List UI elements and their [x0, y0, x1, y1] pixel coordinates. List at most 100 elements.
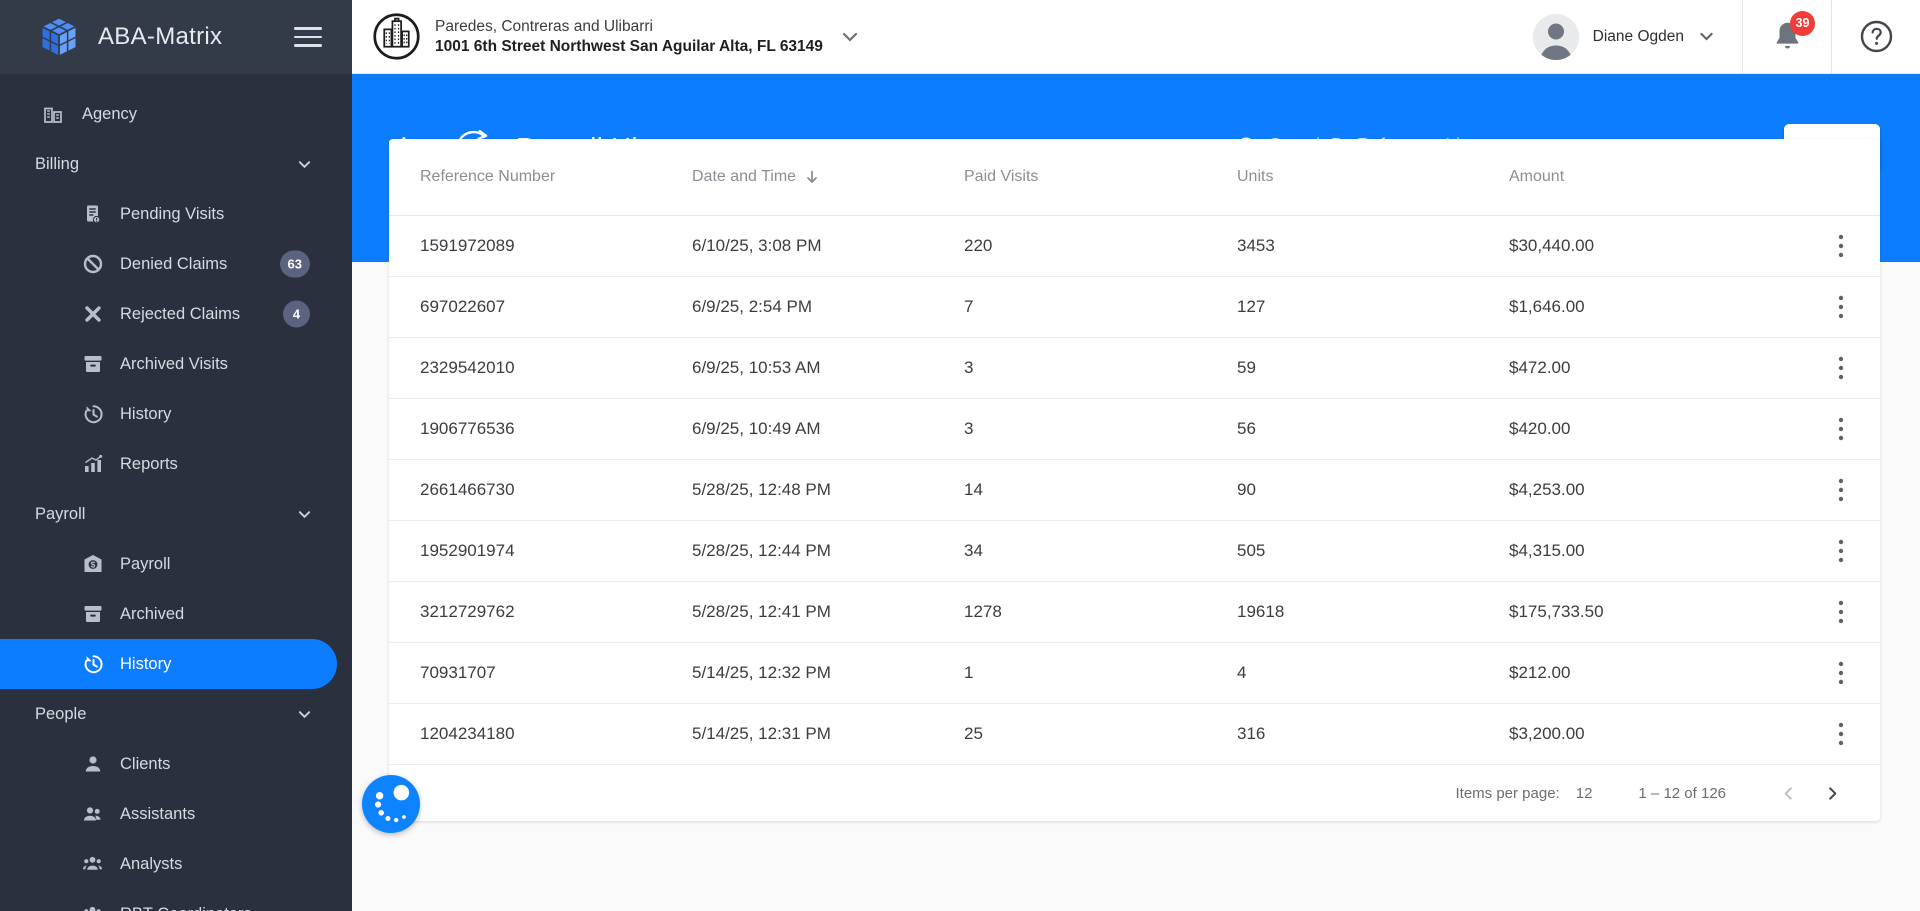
cell-reference: 2329542010 — [420, 358, 692, 378]
top-bar: Paredes, Contreras and Ulibarri 1001 6th… — [352, 0, 1920, 74]
row-actions-kebab-menu[interactable] — [1826, 534, 1856, 568]
sidebar-logo-bar: ABA-Matrix — [0, 0, 352, 74]
cell-amount: $30,440.00 — [1509, 236, 1808, 256]
sidebar: ABA-Matrix Agency Billing Pending Visits — [0, 0, 352, 911]
rejected-claims-count-badge: 4 — [283, 301, 310, 328]
sort-descending-arrow-icon — [804, 169, 820, 185]
archive-box-icon — [82, 353, 104, 375]
sidebar-item-analysts[interactable]: Analysts — [0, 839, 352, 889]
row-actions-kebab-menu[interactable] — [1826, 595, 1856, 629]
notification-count-badge: 39 — [1790, 11, 1815, 36]
x-mark-icon — [82, 303, 104, 325]
row-actions-kebab-menu[interactable] — [1826, 473, 1856, 507]
items-per-page-value[interactable]: 12 — [1576, 785, 1593, 802]
sidebar-item-archived-visits[interactable]: Archived Visits — [0, 339, 352, 389]
cell-paid-visits: 25 — [964, 724, 1237, 744]
column-header-amount[interactable]: Amount — [1509, 168, 1808, 186]
cell-reference: 3212729762 — [420, 602, 692, 622]
sidebar-item-denied-claims[interactable]: Denied Claims 63 — [0, 239, 352, 289]
sidebar-item-rejected-claims[interactable]: Rejected Claims 4 — [0, 289, 352, 339]
cell-units: 3453 — [1237, 236, 1509, 256]
column-header-date-and-time[interactable]: Date and Time — [692, 168, 964, 186]
sidebar-item-payroll-archived[interactable]: Archived — [0, 589, 352, 639]
cell-paid-visits: 1278 — [964, 602, 1237, 622]
column-header-paid-visits[interactable]: Paid Visits — [964, 168, 1237, 186]
cell-datetime: 5/14/25, 12:32 PM — [692, 663, 964, 683]
sidebar-item-assistants[interactable]: Assistants — [0, 789, 352, 839]
sidebar-item-payroll[interactable]: $ Payroll — [0, 539, 352, 589]
svg-text:$: $ — [91, 560, 96, 570]
company-selector[interactable]: Paredes, Contreras and Ulibarri 1001 6th… — [352, 12, 861, 61]
cell-reference: 70931707 — [420, 663, 692, 683]
user-menu[interactable]: Diane Ogden — [1523, 14, 1742, 60]
table-row[interactable]: 2661466730 5/28/25, 12:48 PM 14 90 $4,25… — [389, 460, 1880, 521]
chevron-down-icon — [297, 507, 312, 522]
cell-reference: 697022607 — [420, 297, 692, 317]
chat-widget-button[interactable] — [362, 775, 420, 833]
chevron-down-icon[interactable] — [839, 26, 861, 48]
cell-reference: 2661466730 — [420, 480, 692, 500]
help-button[interactable] — [1832, 0, 1920, 74]
archive-box-icon — [82, 603, 104, 625]
table-row[interactable]: 697022607 6/9/25, 2:54 PM 7 127 $1,646.0… — [389, 277, 1880, 338]
notifications-button[interactable]: 39 — [1743, 0, 1831, 74]
company-address: 1001 6th Street Northwest San Aguilar Al… — [435, 37, 823, 57]
sidebar-item-reports[interactable]: Reports — [0, 439, 352, 489]
row-actions-kebab-menu[interactable] — [1826, 351, 1856, 385]
history-clock-icon — [82, 403, 104, 425]
table-row[interactable]: 1952901974 5/28/25, 12:44 PM 34 505 $4,3… — [389, 521, 1880, 582]
cell-amount: $175,733.50 — [1509, 602, 1808, 622]
table-row[interactable]: 70931707 5/14/25, 12:32 PM 1 4 $212.00 — [389, 643, 1880, 704]
user-name: Diane Ogden — [1593, 28, 1684, 46]
payroll-history-card: Reference Number Date and Time Paid Visi… — [389, 139, 1880, 821]
company-logo-icon — [372, 12, 421, 61]
row-actions-kebab-menu[interactable] — [1826, 229, 1856, 263]
column-header-reference-number[interactable]: Reference Number — [420, 168, 692, 186]
table-row[interactable]: 1906776536 6/9/25, 10:49 AM 3 56 $420.00 — [389, 399, 1880, 460]
cell-units: 19618 — [1237, 602, 1509, 622]
chat-spinner-icon — [362, 775, 420, 833]
company-info: Paredes, Contreras and Ulibarri 1001 6th… — [435, 17, 823, 57]
sidebar-section-payroll[interactable]: Payroll — [0, 489, 352, 539]
row-actions-kebab-menu[interactable] — [1826, 290, 1856, 324]
paginator: Items per page: 12 1 – 12 of 126 — [389, 765, 1880, 821]
cell-paid-visits: 3 — [964, 358, 1237, 378]
cell-units: 56 — [1237, 419, 1509, 439]
cell-amount: $420.00 — [1509, 419, 1808, 439]
sidebar-section-people[interactable]: People — [0, 689, 352, 739]
question-mark-icon — [1860, 20, 1893, 53]
cell-units: 59 — [1237, 358, 1509, 378]
row-actions-kebab-menu[interactable] — [1826, 412, 1856, 446]
table-row[interactable]: 1204234180 5/14/25, 12:31 PM 25 316 $3,2… — [389, 704, 1880, 765]
group-people-icon — [82, 903, 104, 911]
items-per-page-label: Items per page: — [1456, 785, 1560, 802]
cell-units: 4 — [1237, 663, 1509, 683]
cell-datetime: 6/9/25, 10:49 AM — [692, 419, 964, 439]
row-actions-kebab-menu[interactable] — [1826, 656, 1856, 690]
cell-datetime: 5/28/25, 12:41 PM — [692, 602, 964, 622]
column-header-units[interactable]: Units — [1237, 168, 1509, 186]
table-row[interactable]: 3212729762 5/28/25, 12:41 PM 1278 19618 … — [389, 582, 1880, 643]
cell-paid-visits: 14 — [964, 480, 1237, 500]
sidebar-item-billing-history[interactable]: History — [0, 389, 352, 439]
sidebar-item-agency[interactable]: Agency — [0, 89, 352, 139]
cell-datetime: 5/28/25, 12:48 PM — [692, 480, 964, 500]
sidebar-section-billing[interactable]: Billing — [0, 139, 352, 189]
next-page-button[interactable] — [1810, 773, 1854, 813]
table-row[interactable]: 2329542010 6/9/25, 10:53 AM 3 59 $472.00 — [389, 338, 1880, 399]
app-root: ABA-Matrix Agency Billing Pending Visits — [0, 0, 1920, 911]
sidebar-toggle-menu-icon[interactable] — [294, 27, 322, 47]
sidebar-item-clients[interactable]: Clients — [0, 739, 352, 789]
cell-datetime: 5/14/25, 12:31 PM — [692, 724, 964, 744]
cell-paid-visits: 220 — [964, 236, 1237, 256]
row-actions-kebab-menu[interactable] — [1826, 717, 1856, 751]
table-row[interactable]: 1591972089 6/10/25, 3:08 PM 220 3453 $30… — [389, 216, 1880, 277]
cell-datetime: 5/28/25, 12:44 PM — [692, 541, 964, 561]
bar-chart-icon — [82, 453, 104, 475]
sidebar-item-pending-visits[interactable]: Pending Visits — [0, 189, 352, 239]
previous-page-button[interactable] — [1766, 773, 1810, 813]
history-clock-icon — [82, 653, 104, 675]
sidebar-item-payroll-history-selected[interactable]: History — [0, 639, 337, 689]
cell-paid-visits: 7 — [964, 297, 1237, 317]
sidebar-item-rbt-coordinators[interactable]: RBT Coordinators — [0, 889, 352, 911]
